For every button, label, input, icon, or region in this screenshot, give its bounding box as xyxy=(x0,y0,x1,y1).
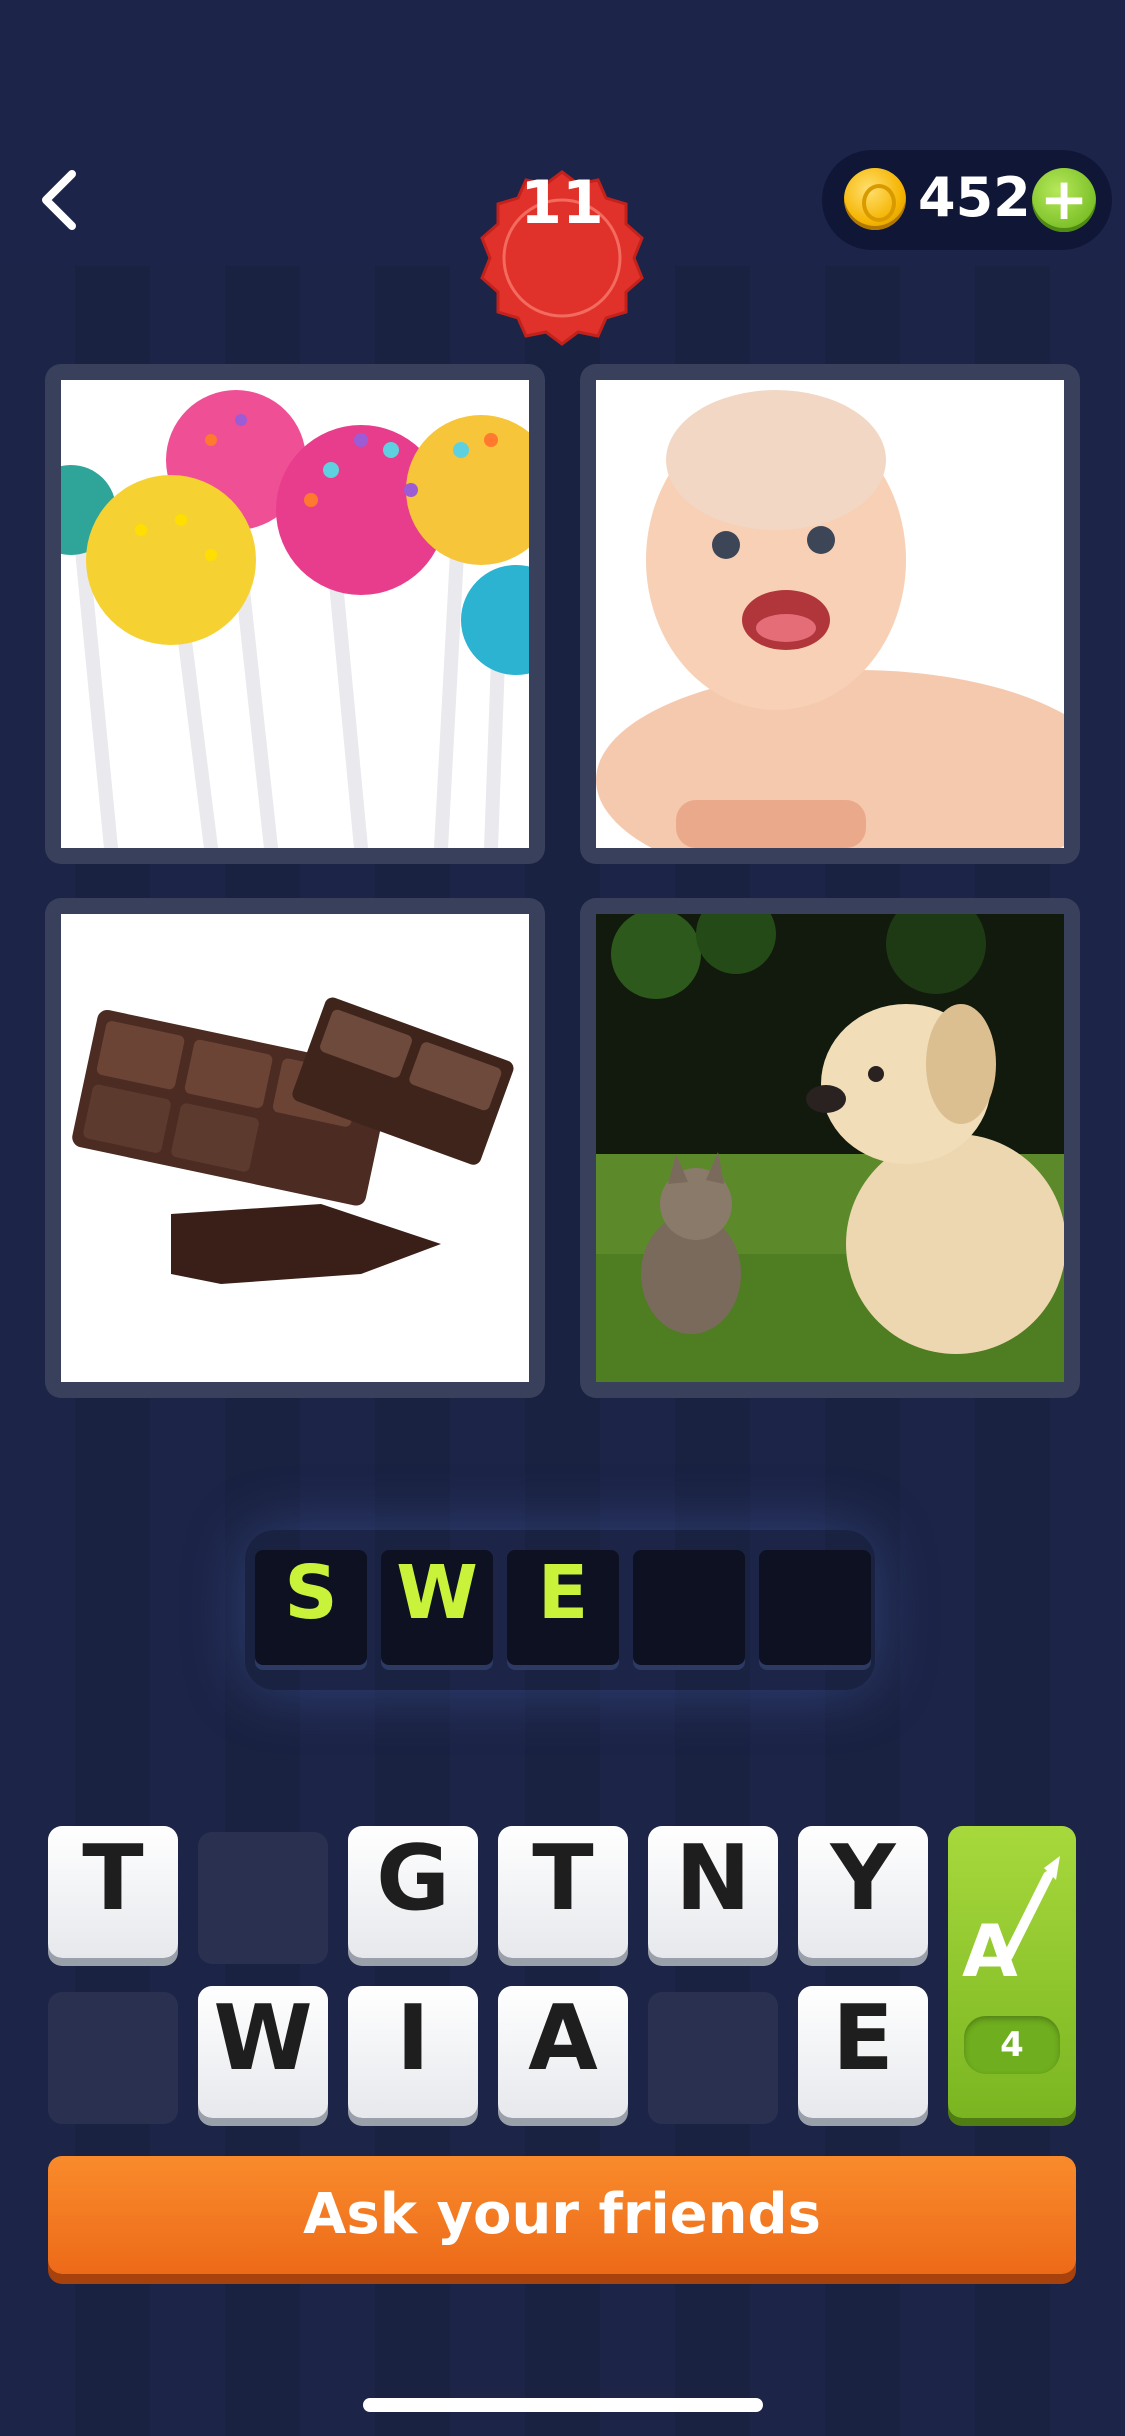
letter-key[interactable]: E xyxy=(798,1986,928,2118)
letter-key[interactable]: I xyxy=(348,1986,478,2118)
back-button[interactable] xyxy=(30,160,100,240)
level-badge: 11 xyxy=(470,168,654,352)
buy-coins-button[interactable]: + xyxy=(1032,168,1096,232)
empty-key xyxy=(648,1992,778,2124)
coin-count: 452 xyxy=(918,166,1031,229)
picture-tile-3[interactable] xyxy=(45,898,545,1398)
picture-tile-1[interactable] xyxy=(45,364,545,864)
letter-key[interactable]: Y xyxy=(798,1826,928,1958)
hint-count: 4 xyxy=(964,2016,1060,2074)
level-number: 11 xyxy=(520,168,604,238)
letter-key[interactable]: W xyxy=(198,1986,328,2118)
baby-image xyxy=(596,380,1064,848)
paintbrush-hint-icon: A xyxy=(962,1856,1060,1993)
answer-slot-2[interactable]: W xyxy=(381,1550,493,1665)
letter-key[interactable]: N xyxy=(648,1826,778,1958)
coin-icon xyxy=(844,168,906,230)
picture-tile-2[interactable] xyxy=(580,364,1080,864)
hint-button[interactable]: A 4 xyxy=(948,1826,1076,2118)
empty-key xyxy=(48,1992,178,2124)
chocolate-image xyxy=(61,914,529,1382)
picture-tile-4[interactable] xyxy=(580,898,1080,1398)
letter-key[interactable]: T xyxy=(48,1826,178,1958)
answer-slot-3[interactable]: E xyxy=(507,1550,619,1665)
home-indicator xyxy=(363,2398,763,2412)
answer-slot-5[interactable] xyxy=(759,1550,871,1665)
cake-pops-image xyxy=(61,380,529,848)
empty-key xyxy=(198,1832,328,1964)
letter-key[interactable]: T xyxy=(498,1826,628,1958)
letter-key[interactable]: A xyxy=(498,1986,628,2118)
ask-friends-button[interactable]: Ask your friends xyxy=(48,2156,1076,2274)
answer-slot-1[interactable]: S xyxy=(255,1550,367,1665)
back-chevron-icon xyxy=(42,170,76,230)
letter-key[interactable]: G xyxy=(348,1826,478,1958)
answer-slot-4[interactable] xyxy=(633,1550,745,1665)
coin-balance[interactable]: 452 + xyxy=(822,150,1112,250)
puppy-kitten-image xyxy=(596,914,1064,1382)
